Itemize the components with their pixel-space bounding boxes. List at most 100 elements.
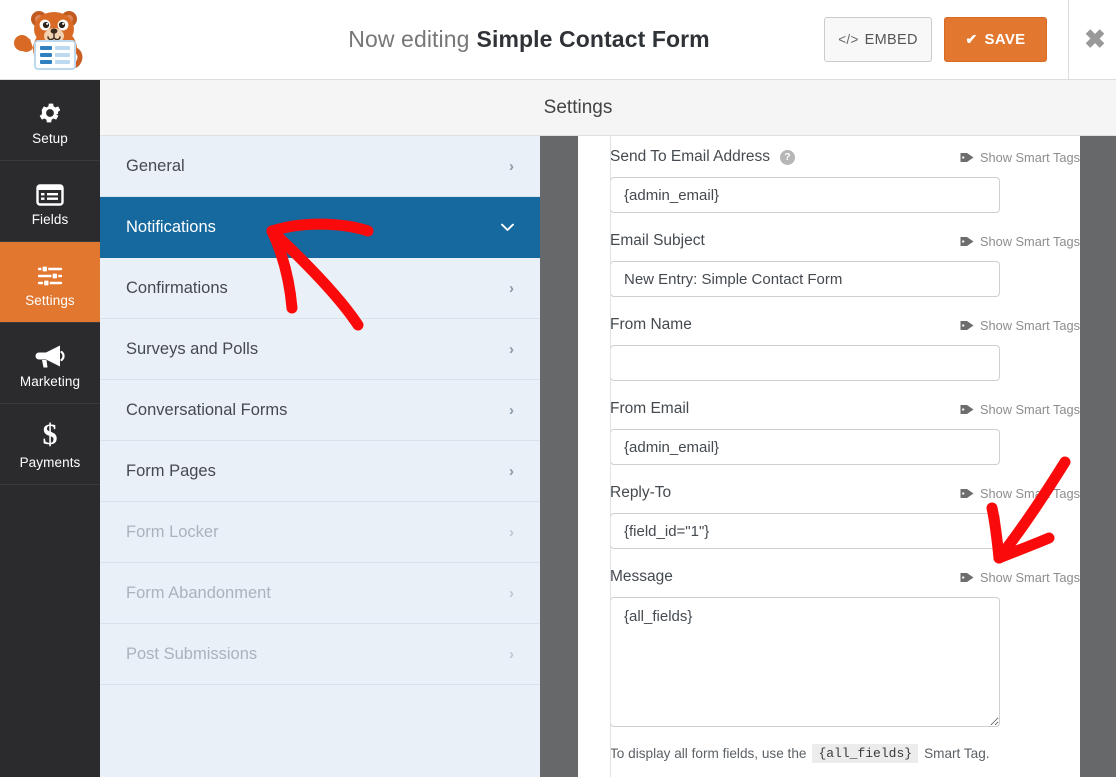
show-smart-tags-link[interactable]: Show Smart Tags (960, 234, 1080, 249)
question-mark-icon[interactable]: ? (780, 150, 795, 165)
field-label: Message (610, 568, 673, 586)
app-header: Now editing Simple Contact Form </> EMBE… (0, 0, 1116, 80)
settings-nav-surveys-and-polls[interactable]: Surveys and Polls › (100, 319, 540, 380)
nav-item-label: Notifications (126, 218, 501, 237)
show-smart-tags-link[interactable]: Show Smart Tags (960, 570, 1080, 585)
sidebar-item-marketing[interactable]: Marketing (0, 323, 100, 404)
nav-item-label: Post Submissions (126, 645, 509, 664)
settings-nav-post-submissions[interactable]: Post Submissions › (100, 624, 540, 685)
sidebar-item-payments[interactable]: $ Payments (0, 404, 100, 485)
helper-suffix: Smart Tag. (924, 746, 989, 761)
save-button-label: SAVE (985, 31, 1026, 48)
chevron-right-icon: › (509, 159, 514, 174)
smart-tags-label: Show Smart Tags (980, 318, 1080, 333)
embed-button[interactable]: </> EMBED (824, 17, 932, 62)
settings-nav-form-pages[interactable]: Form Pages › (100, 441, 540, 502)
email-subject-input[interactable] (610, 261, 1000, 297)
field-row-email-subject: Email Subject Show Smart Tags (610, 229, 1080, 253)
helper-code-chip: {all_fields} (812, 744, 918, 763)
field-label-text: Send To Email Address (610, 148, 770, 166)
from-name-input[interactable] (610, 345, 1000, 381)
close-icon[interactable]: ✖ (1079, 22, 1111, 56)
field-row-send-to-email: Send To Email Address ? Show Smart Tags (610, 145, 1080, 169)
show-smart-tags-link[interactable]: Show Smart Tags (960, 402, 1080, 417)
sidebar-empty-area (0, 485, 100, 777)
show-smart-tags-link[interactable]: Show Smart Tags (960, 150, 1080, 165)
sidebar-item-label: Payments (20, 455, 81, 470)
embed-button-label: EMBED (865, 32, 918, 48)
sidebar-item-settings[interactable]: Settings (0, 242, 100, 323)
sidebar-item-setup[interactable]: Setup (0, 80, 100, 161)
sidebar-item-label: Settings (25, 293, 75, 308)
tag-icon (960, 487, 974, 500)
field-label-text: From Email (610, 400, 689, 418)
sidebar-item-label: Fields (32, 212, 69, 227)
nav-item-label: Form Abandonment (126, 584, 509, 603)
right-gutter-strip (1080, 136, 1116, 777)
field-row-message: Message Show Smart Tags (610, 565, 1080, 589)
primary-icon-sidebar: Setup Fields (0, 80, 100, 777)
field-label: Send To Email Address ? (610, 148, 795, 166)
form-builder-window: Now editing Simple Contact Form </> EMBE… (0, 0, 1116, 777)
left-gutter-strip (540, 136, 578, 777)
show-smart-tags-link[interactable]: Show Smart Tags (960, 318, 1080, 333)
field-label-text: Email Subject (610, 232, 705, 250)
field-label: Reply-To (610, 484, 671, 502)
field-row-from-email: From Email Show Smart Tags (610, 397, 1080, 421)
check-icon: ✔ (966, 31, 978, 48)
save-button[interactable]: ✔ SAVE (944, 17, 1047, 62)
settings-nav-conversational-forms[interactable]: Conversational Forms › (100, 380, 540, 441)
form-name: Simple Contact Form (477, 26, 710, 53)
smart-tags-label: Show Smart Tags (980, 150, 1080, 165)
sidebar-item-label: Setup (32, 131, 68, 146)
chevron-right-icon: › (509, 586, 514, 601)
settings-nav-form-abandonment[interactable]: Form Abandonment › (100, 563, 540, 624)
megaphone-icon (35, 337, 65, 369)
tag-icon (960, 319, 974, 332)
settings-nav-general[interactable]: General › (100, 136, 540, 197)
sidebar-item-fields[interactable]: Fields (0, 161, 100, 242)
send-to-email-input[interactable] (610, 177, 1000, 213)
settings-nav-notifications[interactable]: Notifications (100, 197, 540, 258)
settings-nav-panel: General › Notifications Confirmations › … (100, 136, 540, 777)
field-label-text: From Name (610, 316, 692, 334)
tag-icon (960, 403, 974, 416)
chevron-down-icon (501, 220, 514, 235)
settings-title: Settings (544, 97, 613, 119)
notification-settings-panel: Send To Email Address ? Show Smart Tags … (578, 136, 1080, 777)
chevron-right-icon: › (509, 281, 514, 296)
field-label-text: Message (610, 568, 673, 586)
tag-icon (960, 571, 974, 584)
nav-item-label: Form Pages (126, 462, 509, 481)
smart-tags-label: Show Smart Tags (980, 402, 1080, 417)
sidebar-item-label: Marketing (20, 374, 80, 389)
notification-fields-container: Send To Email Address ? Show Smart Tags … (610, 136, 1080, 763)
chevron-right-icon: › (509, 464, 514, 479)
chevron-right-icon: › (509, 525, 514, 540)
field-row-from-name: From Name Show Smart Tags (610, 313, 1080, 337)
show-smart-tags-link[interactable]: Show Smart Tags (960, 486, 1080, 501)
nav-empty-area (100, 685, 540, 777)
tag-icon (960, 151, 974, 164)
reply-to-input[interactable] (610, 513, 1000, 549)
smart-tags-label: Show Smart Tags (980, 570, 1080, 585)
field-label: From Name (610, 316, 692, 334)
field-label: From Email (610, 400, 689, 418)
nav-item-label: Conversational Forms (126, 401, 509, 420)
nav-item-label: Surveys and Polls (126, 340, 509, 359)
message-textarea[interactable]: {all_fields} (610, 597, 1000, 727)
settings-nav-confirmations[interactable]: Confirmations › (100, 258, 540, 319)
from-email-input[interactable] (610, 429, 1000, 465)
nav-item-label: General (126, 157, 509, 176)
chevron-right-icon: › (509, 403, 514, 418)
nav-item-label: Confirmations (126, 279, 509, 298)
smart-tags-label: Show Smart Tags (980, 486, 1080, 501)
settings-nav-form-locker[interactable]: Form Locker › (100, 502, 540, 563)
chevron-right-icon: › (509, 342, 514, 357)
gear-icon (37, 94, 63, 126)
field-label-text: Reply-To (610, 484, 671, 502)
header-divider (1068, 0, 1069, 79)
settings-title-bar: Settings (100, 80, 1116, 136)
message-helper-text: To display all form fields, use the {all… (610, 744, 1080, 763)
list-icon (36, 175, 64, 207)
